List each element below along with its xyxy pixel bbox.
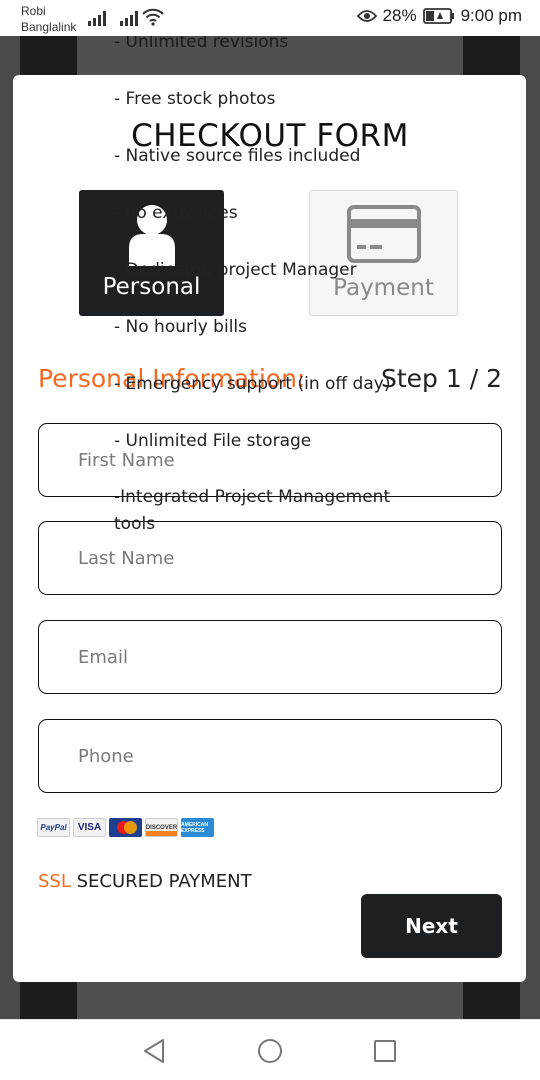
carrier-line-1: Robi	[21, 4, 46, 18]
status-right: 28% 9:00 pm	[356, 6, 522, 26]
ssl-accent: SSL	[38, 871, 71, 892]
email-field[interactable]	[38, 620, 502, 694]
amex-logo: AMERICAN EXPRESS	[181, 818, 214, 837]
last-name-field[interactable]	[38, 521, 502, 595]
ssl-text: SECURED PAYMENT	[70, 871, 252, 892]
step-personal-label: Personal	[102, 274, 201, 300]
credit-card-icon	[346, 205, 421, 268]
background-content	[77, 982, 463, 1019]
step-payment-label: Payment	[333, 275, 434, 301]
clock: 9:00 pm	[460, 6, 522, 25]
paypal-logo: PayPal	[37, 818, 70, 837]
background-strip	[20, 982, 77, 1019]
background-strip	[20, 36, 77, 76]
signal-icon	[120, 10, 138, 26]
recent-apps-icon[interactable]	[371, 1037, 399, 1065]
discover-logo: DISCOVER	[145, 818, 178, 837]
first-name-input[interactable]	[39, 424, 501, 496]
page-title: CHECKOUT FORM	[131, 118, 409, 154]
battery-percent: 28%	[382, 6, 417, 25]
carrier-line-2: Banglalink	[21, 20, 77, 34]
payment-logos: PayPal VISA DISCOVER AMERICAN EXPRESS	[37, 818, 214, 837]
status-bar: Robi Banglalink 28% 9:00 pm	[0, 0, 540, 36]
user-icon	[127, 204, 177, 271]
next-button[interactable]: Next	[361, 894, 502, 958]
signal-icon	[88, 10, 106, 26]
wifi-icon	[142, 8, 164, 31]
section-heading: Personal Information:	[38, 364, 306, 393]
carrier-label: Robi Banglalink	[21, 3, 76, 35]
back-icon[interactable]	[141, 1037, 169, 1065]
last-name-input[interactable]	[39, 522, 501, 594]
navigation-bar	[0, 1019, 540, 1080]
step-counter: Step 1 / 2	[381, 364, 502, 393]
first-name-field[interactable]	[38, 423, 502, 497]
phone-input[interactable]	[39, 720, 501, 792]
email-input[interactable]	[39, 621, 501, 693]
background-strip	[463, 36, 520, 76]
background-strip	[463, 982, 520, 1019]
phone-field[interactable]	[38, 719, 502, 793]
visa-logo: VISA	[73, 818, 106, 837]
step-payment[interactable]: Payment	[309, 190, 458, 316]
mastercard-logo	[109, 818, 142, 837]
background-content	[77, 36, 463, 76]
eye-icon	[356, 9, 377, 23]
home-icon[interactable]	[256, 1037, 284, 1065]
ssl-notice: SSL SECURED PAYMENT	[38, 871, 252, 892]
battery-icon	[422, 8, 455, 24]
step-personal[interactable]: Personal	[79, 190, 224, 316]
